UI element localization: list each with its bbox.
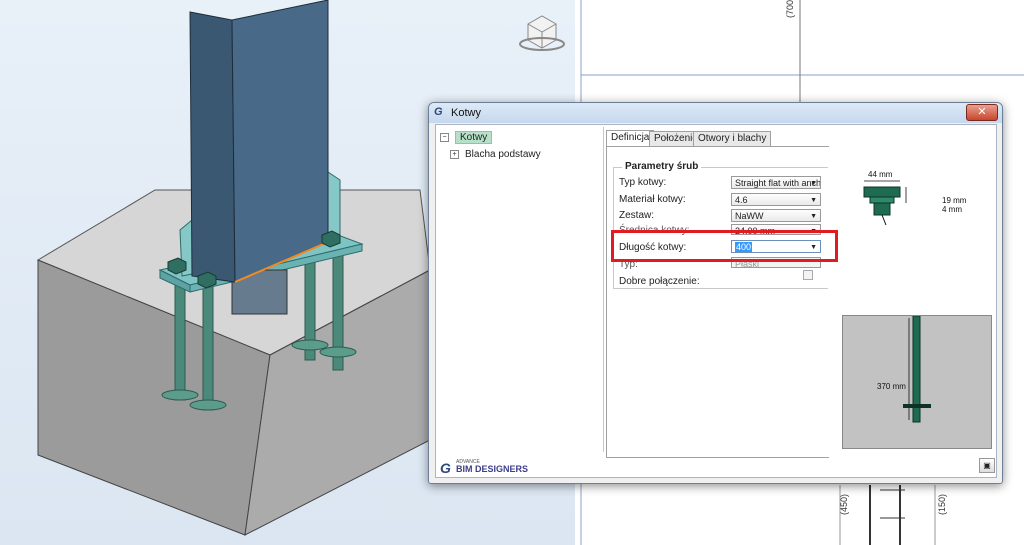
dialog-title: Kotwy: [451, 107, 481, 119]
anchor-length-label: Długość kotwy:: [619, 242, 687, 253]
app-logo-icon: G: [434, 106, 443, 118]
anchor-preview: 370 mm: [842, 315, 992, 449]
bolt-parameters-group: Parametry śrub Typ kotwy: Straight flat …: [613, 161, 828, 289]
tab-definicja[interactable]: Definicja: [606, 130, 655, 147]
bolt-height1-label: 19 mm: [942, 196, 967, 205]
anchor-diameter-label: Średnica kotwy:: [619, 225, 690, 236]
settings-corner-button[interactable]: ▣: [979, 458, 995, 473]
expand-icon[interactable]: +: [450, 149, 459, 159]
dimension-top: (700): [785, 0, 795, 18]
dropdown-arrow-icon: ▼: [810, 213, 817, 220]
brand-g-icon: G: [440, 460, 451, 476]
anchor-diameter-select[interactable]: 24.00 mm ▼: [731, 224, 821, 235]
group-title: Parametry śrub: [622, 161, 702, 172]
close-button[interactable]: ✕: [966, 104, 998, 121]
anchor-material-select[interactable]: 4.6 ▼: [731, 193, 821, 206]
anchor-type-label: Typ kotwy:: [619, 177, 667, 188]
anchor-type-value: Straight flat with anch: [735, 178, 821, 188]
dialog-titlebar[interactable]: G Kotwy ✕: [429, 103, 1002, 123]
panel-splitter[interactable]: [603, 127, 604, 452]
tree-item-base-plate[interactable]: + Blacha podstawy: [450, 148, 541, 162]
anchor-diameter-value: 24.00 mm: [735, 226, 776, 235]
dropdown-arrow-icon: ▼: [810, 244, 817, 251]
tree-item-label: Kotwy: [455, 131, 493, 144]
set-select[interactable]: NaWW ▼: [731, 209, 821, 222]
anchor-rod-diagram: [903, 315, 931, 423]
anchor-length-dimension: 370 mm: [877, 382, 906, 391]
tab-panel-definicja: Parametry śrub Typ kotwy: Straight flat …: [606, 146, 829, 458]
anchor-material-label: Materiał kotwy:: [619, 194, 686, 205]
dimension-right: (150): [937, 493, 947, 515]
anchor-material-value: 4.6: [735, 195, 748, 205]
collapse-icon[interactable]: −: [440, 132, 449, 142]
anchors-dialog: G Kotwy ✕ − Kotwy + Blacha podstawy Defini…: [428, 102, 1003, 484]
type-value: Płaski: [735, 259, 760, 268]
set-label: Zestaw:: [619, 210, 655, 221]
anchor-length-input[interactable]: 400 ▼: [731, 240, 821, 253]
dropdown-arrow-icon: ▼: [810, 228, 817, 235]
dialog-content: − Kotwy + Blacha podstawy Definicja Położe…: [435, 124, 997, 478]
tree-item-label: Blacha podstawy: [465, 149, 541, 160]
good-connection-checkbox[interactable]: [803, 270, 813, 280]
bolt-width-label: 44 mm: [868, 170, 893, 179]
tree-view[interactable]: − Kotwy + Blacha podstawy: [436, 125, 601, 455]
brand-name: BIM DESIGNERS: [456, 464, 529, 474]
dropdown-arrow-icon: ▼: [810, 197, 817, 204]
set-value: NaWW: [735, 211, 764, 221]
tab-otwory-i-blachy[interactable]: Otwory i blachy: [693, 131, 772, 146]
bolt-diagram: [863, 180, 907, 226]
bolt-height2-label: 4 mm: [942, 205, 962, 214]
type-label: Typ:: [619, 259, 638, 270]
type-select[interactable]: Płaski: [731, 257, 821, 268]
anchor-type-select[interactable]: Straight flat with anch ▼: [731, 176, 821, 189]
dimension-left: (450): [839, 493, 849, 515]
good-connection-label: Dobre połączenie:: [619, 276, 700, 287]
anchor-length-value: 400: [735, 242, 753, 252]
dropdown-arrow-icon: ▼: [810, 180, 817, 187]
tree-item-kotwy[interactable]: − Kotwy: [440, 131, 493, 145]
